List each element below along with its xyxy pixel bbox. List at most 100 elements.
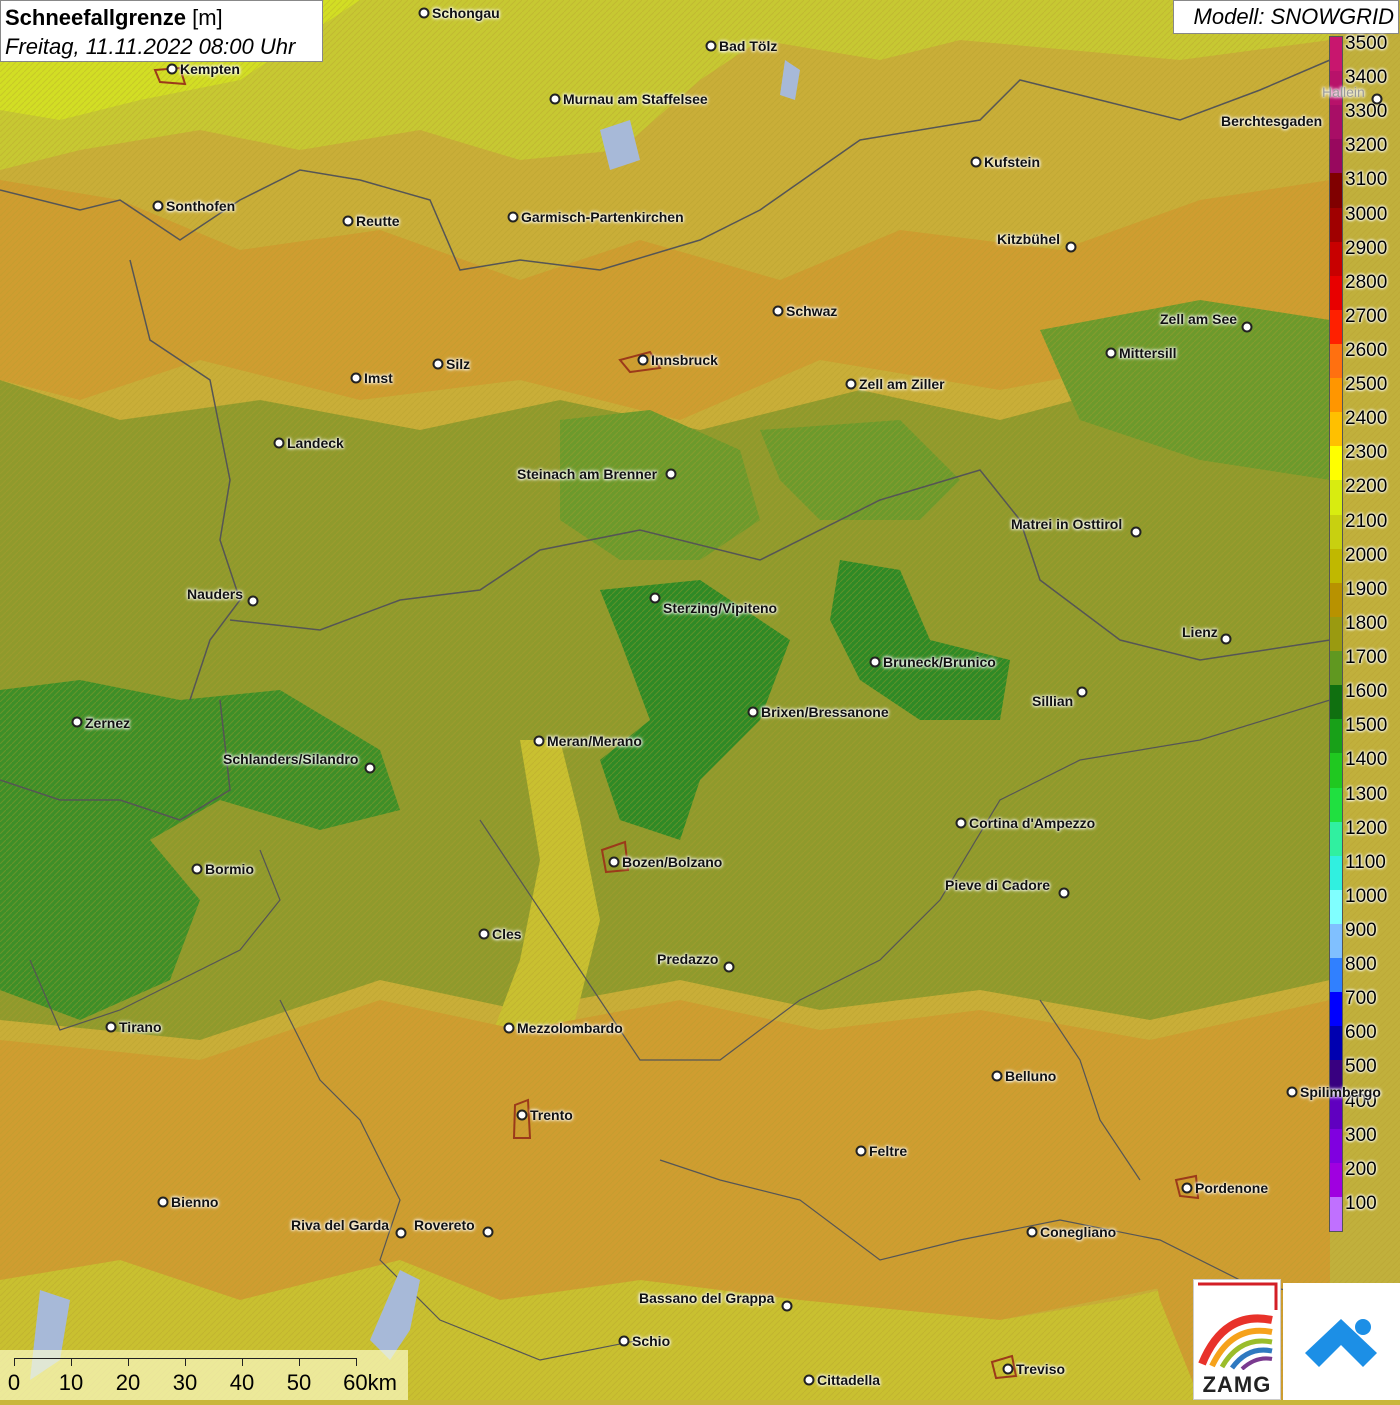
city-label-conegliano: Conegliano: [1040, 1224, 1117, 1240]
city-dot-cortina: [955, 817, 967, 829]
legend-label-1500: 1500: [1345, 715, 1388, 737]
city-dot-bormio: [191, 863, 203, 875]
legend-label-1400: 1400: [1345, 749, 1388, 771]
map-datetime: Freitag, 11.11.2022 08:00 Uhr: [5, 34, 296, 59]
legend-label-2100: 2100: [1345, 510, 1388, 532]
city-label-meran: Meran/Merano: [547, 733, 642, 749]
legend-swatch-2400: [1330, 412, 1342, 447]
city-dot-zell-am-ziller: [845, 378, 857, 390]
city-label-schio: Schio: [632, 1333, 671, 1349]
city-label-schongau: Schongau: [432, 5, 500, 21]
city-label-schlanders: Schlanders/Silandro: [223, 751, 359, 767]
city-dot-zernez: [71, 716, 83, 728]
city-dot-matrei: [1130, 526, 1142, 538]
city-dot-nauders: [247, 595, 259, 607]
legend-swatch-3200: [1330, 139, 1342, 174]
legend-label-1700: 1700: [1345, 647, 1388, 669]
legend-label-700: 700: [1345, 988, 1377, 1010]
city-dot-kempten: [166, 63, 178, 75]
city-label-pordenone: Pordenone: [1195, 1180, 1269, 1196]
legend-label-2700: 2700: [1345, 305, 1388, 327]
legend-swatch-2800: [1330, 275, 1342, 311]
color-legend-bar: [1329, 36, 1343, 1232]
legend-swatch-1600: [1330, 685, 1342, 720]
city-label-schwaz: Schwaz: [786, 303, 838, 319]
city-dot-belluno: [991, 1070, 1003, 1082]
scale-tick-4: [242, 1358, 243, 1366]
city-label-steinach: Steinach am Brenner: [517, 466, 658, 482]
city-label-landeck: Landeck: [287, 435, 344, 451]
city-dot-imst: [350, 372, 362, 384]
city-label-spilimbergo: Spilimbergo: [1300, 1084, 1381, 1100]
city-dot-mezzolombardo: [503, 1022, 515, 1034]
city-label-riva: Riva del Garda: [291, 1217, 390, 1233]
city-dot-schlanders: [364, 762, 376, 774]
legend-label-1000: 1000: [1345, 885, 1388, 907]
city-label-berchtesgaden: Berchtesgaden: [1221, 113, 1323, 129]
city-label-feltre: Feltre: [869, 1143, 908, 1159]
legend-label-3100: 3100: [1345, 169, 1388, 191]
city-label-cles: Cles: [492, 926, 522, 942]
city-dot-sterzing: [649, 592, 661, 604]
city-dot-silz: [432, 358, 444, 370]
city-label-cortina: Cortina d'Ampezzo: [969, 815, 1096, 831]
city-label-hallein: Hallein: [1322, 84, 1365, 100]
city-label-rovereto: Rovereto: [414, 1217, 475, 1233]
city-label-cittadella: Cittadella: [817, 1372, 881, 1388]
city-dot-bad-toelz: [705, 40, 717, 52]
city-dot-pordenone: [1181, 1182, 1193, 1194]
city-dot-brixen: [747, 706, 759, 718]
city-label-kufstein: Kufstein: [984, 154, 1040, 170]
legend-swatch-2300: [1330, 446, 1342, 481]
legend-swatch-1200: [1330, 821, 1342, 857]
scale-tick-5: [299, 1358, 300, 1366]
legend-label-1200: 1200: [1345, 817, 1388, 839]
city-label-tirano: Tirano: [119, 1019, 162, 1035]
city-dot-rovereto: [482, 1226, 494, 1238]
city-dot-murnau: [549, 93, 561, 105]
legend-swatch-1000: [1330, 889, 1342, 925]
legend-swatch-2100: [1330, 514, 1342, 550]
city-label-bassano: Bassano del Grappa: [639, 1290, 775, 1306]
city-dot-hallein: [1371, 93, 1383, 105]
city-label-mittersill: Mittersill: [1119, 345, 1177, 361]
city-label-kempten: Kempten: [180, 61, 240, 77]
city-label-kitzbuehel: Kitzbühel: [997, 231, 1060, 247]
city-dot-trento: [516, 1109, 528, 1121]
city-dot-landeck: [273, 437, 285, 449]
scale-label-6: 60km: [343, 1370, 397, 1395]
legend-label-1900: 1900: [1345, 578, 1388, 600]
city-dot-schongau: [418, 7, 430, 19]
city-dot-steinach: [665, 468, 677, 480]
city-dot-tirano: [105, 1021, 117, 1033]
legend-swatch-200: [1330, 1162, 1342, 1198]
legend-swatch-1300: [1330, 787, 1342, 823]
city-label-bormio: Bormio: [205, 861, 254, 877]
city-label-zernez: Zernez: [85, 715, 131, 731]
legend-swatch-3500: [1330, 37, 1342, 72]
city-label-bruneck: Bruneck/Brunico: [883, 654, 996, 670]
zamg-rainbow-icon: [1198, 1282, 1278, 1371]
legend-swatch-2200: [1330, 480, 1342, 516]
scale-label-4: 40: [229, 1370, 255, 1395]
legend-label-2400: 2400: [1345, 408, 1388, 430]
scale-tick-1: [71, 1358, 72, 1366]
map-title-box: Schneefallgrenze [m] Freitag, 11.11.2022…: [0, 0, 323, 62]
city-label-innsbruck: Innsbruck: [651, 352, 718, 368]
legend-label-2000: 2000: [1345, 544, 1388, 566]
scale-label-0: 0: [7, 1370, 21, 1395]
legend-label-1800: 1800: [1345, 612, 1388, 634]
city-label-bienno: Bienno: [171, 1194, 219, 1210]
city-dot-feltre: [855, 1145, 867, 1157]
city-label-silz: Silz: [446, 356, 471, 372]
legend-label-1300: 1300: [1345, 783, 1388, 805]
scale-label-5: 50: [286, 1370, 312, 1395]
legend-swatch-1900: [1330, 582, 1342, 618]
scale-tick-6: [356, 1358, 357, 1366]
city-label-pieve: Pieve di Cadore: [945, 877, 1051, 893]
city-dot-innsbruck: [637, 354, 649, 366]
legend-label-500: 500: [1345, 1056, 1377, 1078]
city-label-reutte: Reutte: [356, 213, 400, 229]
city-dot-lienz: [1220, 633, 1232, 645]
city-label-zell-am-ziller: Zell am Ziller: [859, 376, 945, 392]
